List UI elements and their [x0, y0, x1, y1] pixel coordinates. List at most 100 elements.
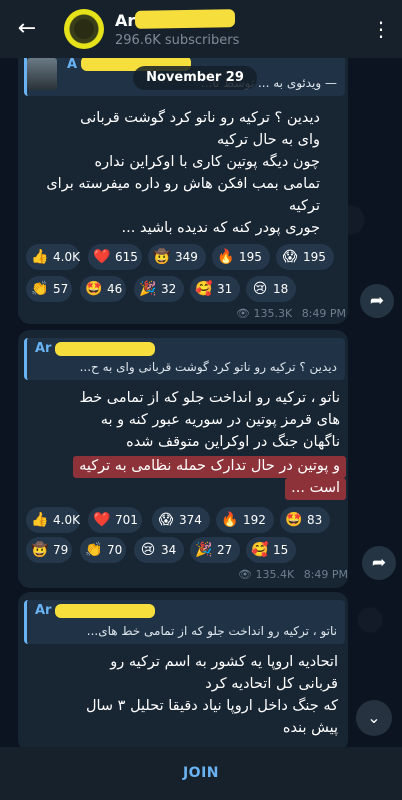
reaction-count: 46 [107, 282, 123, 296]
reaction-emoji: ❤️ [93, 249, 111, 265]
avatar-inner [74, 19, 94, 39]
avatar[interactable] [64, 9, 104, 49]
reaction-chip[interactable]: 🤩 46 [80, 276, 126, 302]
reaction-chip[interactable]: 🎉 27 [190, 537, 240, 563]
reaction-chip[interactable]: 😱 374 [152, 507, 210, 533]
reaction-chip[interactable]: 🥰 31 [190, 276, 240, 302]
message-line: ناگهان جنگ در اوکراین متوقف شده [126, 434, 340, 450]
reaction-emoji: 🎉 [139, 281, 157, 297]
reaction-count: 79 [53, 543, 69, 557]
reply-thumbnail [27, 58, 57, 90]
reply-author-redaction [55, 342, 155, 356]
reaction-emoji: 🔥 [221, 512, 239, 528]
reaction-chip[interactable]: 😢 18 [246, 276, 296, 302]
reaction-count: 4.0K [53, 250, 80, 264]
reaction-emoji: 👏 [85, 542, 103, 558]
reaction-emoji: 👏 [31, 281, 49, 297]
reaction-count: 83 [307, 513, 323, 527]
reaction-chip[interactable]: 🤠 79 [26, 537, 72, 563]
message-meta-2: 👁 135.4K 8:49 PM [238, 568, 348, 581]
reaction-emoji: 😢 [140, 542, 156, 558]
eye-icon: 👁 [238, 568, 252, 581]
reaction-emoji: 😱 [282, 249, 298, 265]
reaction-emoji: 🤩 [85, 281, 103, 297]
message-line: جوری پودر کنه که ندیده باشید ... [121, 220, 320, 236]
join-button[interactable]: JOIN [0, 747, 402, 800]
message-line: پیش بنده [282, 720, 338, 736]
channel-header: ← Ar 296.6K subscribers ⋮ [0, 0, 402, 58]
reply-snippet: ناتو ، ترکیه رو انداخت جلو که از تمامی خ… [86, 624, 337, 638]
reaction-count: 31 [217, 282, 233, 296]
message-line: ترکیه [288, 198, 320, 214]
reaction-count: 195 [239, 250, 262, 264]
highlighted-line: و پوتین در حال تدارک حمله نظامی به ترکیه [73, 456, 346, 478]
reaction-emoji: 🤠 [153, 249, 171, 265]
view-count: 135.3K [253, 307, 293, 320]
reaction-emoji: ❤️ [93, 512, 111, 528]
reply-snippet: دیدین ؟ ترکیه رو ناتو کرد گوشت قربانی وا… [79, 360, 337, 374]
reaction-chip[interactable]: 👍 4.0K [26, 244, 80, 270]
date-separator: November 29 [133, 66, 257, 90]
reaction-count: 192 [243, 513, 266, 527]
name-redaction [134, 9, 236, 29]
reaction-emoji: 👍 [31, 512, 49, 528]
reaction-count: 701 [115, 513, 138, 527]
reaction-emoji: 🤩 [285, 512, 303, 528]
message-line: دیدین ؟ ترکیه رو ناتو کرد گوشت قربانی [80, 110, 320, 126]
reaction-chip[interactable]: 🤠 349 [148, 244, 206, 270]
message-line: چون دیگه پوتین کاری با اوکراین نداره [94, 154, 320, 170]
reaction-emoji: 🥰 [195, 281, 213, 297]
message-meta-1: 👁 135.3K 8:49 PM [236, 307, 346, 320]
reaction-chip[interactable]: ❤️ 701 [88, 507, 142, 533]
reply-preview-3[interactable]: Ar ناتو ، ترکیه رو انداخت جلو که از تمام… [24, 600, 345, 644]
reaction-count: 34 [161, 543, 177, 557]
reaction-chip[interactable]: 😢 34 [134, 537, 184, 563]
reaction-emoji: 🤠 [31, 542, 49, 558]
reaction-count: 374 [179, 513, 202, 527]
share-arrow-icon[interactable]: ➦ [362, 546, 396, 580]
reaction-chip[interactable]: 👍 4.0K [26, 507, 80, 533]
reaction-count: 18 [273, 282, 289, 296]
reaction-chip[interactable]: 👏 70 [80, 537, 126, 563]
reaction-chip[interactable]: 🎉 32 [134, 276, 184, 302]
reaction-count: 57 [53, 282, 69, 296]
message-line: های قرمز پوتین در سوریه عبور کنه و به [100, 412, 340, 428]
message-line: تمامی بمب افکن هاش رو داره میفرسته برای [46, 176, 320, 192]
more-vertical-icon[interactable]: ⋮ [370, 17, 392, 41]
message-line: قربانی کل اتحادیه کرد [205, 676, 338, 692]
reply-author: Ar [35, 341, 52, 356]
message-time: 8:49 PM [303, 568, 349, 581]
message-line: اتحادیه اروپا یه کشور به اسم ترکیه رو [110, 654, 338, 670]
message-line: ناتو ، ترکیه رو انداخت جلو که از تمامی خ… [79, 390, 340, 406]
reaction-chip[interactable]: 😱 195 [276, 244, 334, 270]
share-arrow-icon[interactable]: ➦ [360, 284, 394, 318]
view-count: 135.4K [255, 568, 295, 581]
reaction-chip[interactable]: ❤️ 615 [88, 244, 142, 270]
message-time: 8:49 PM [301, 307, 347, 320]
reply-author: A [67, 57, 78, 72]
reaction-count: 32 [161, 282, 177, 296]
reaction-chip[interactable]: 🥰 15 [246, 537, 296, 563]
reaction-chip[interactable]: 🔥 195 [212, 244, 270, 270]
join-bar: JOIN [0, 747, 402, 800]
reaction-chip[interactable]: 🔥 192 [216, 507, 274, 533]
highlighted-line: است ... [285, 478, 346, 500]
reaction-count: 70 [107, 543, 123, 557]
channel-name[interactable]: Ar [115, 11, 135, 30]
reaction-emoji: 😢 [252, 281, 268, 297]
reaction-count: 27 [217, 543, 233, 557]
reaction-count: 4.0K [53, 513, 80, 527]
chevron-down-icon[interactable]: ⌄ [356, 700, 392, 736]
reaction-count: 615 [115, 250, 138, 264]
reply-preview-2[interactable]: Ar دیدین ؟ ترکیه رو ناتو کرد گوشت قربانی… [24, 338, 345, 380]
reaction-emoji: 😱 [158, 512, 174, 528]
reaction-chip[interactable]: 👏 57 [26, 276, 72, 302]
arrow-left-icon[interactable]: ← [14, 16, 40, 42]
reaction-count: 15 [273, 543, 289, 557]
reply-author: Ar [35, 603, 52, 618]
reaction-chip[interactable]: 🤩 83 [280, 507, 330, 533]
reaction-count: 195 [303, 250, 326, 264]
reaction-emoji: 🥰 [251, 542, 269, 558]
reaction-emoji: 🎉 [195, 542, 213, 558]
message-line: که جنگ داخل اروپا نیاد دقیقا تحلیل ۳ سال [85, 698, 338, 714]
